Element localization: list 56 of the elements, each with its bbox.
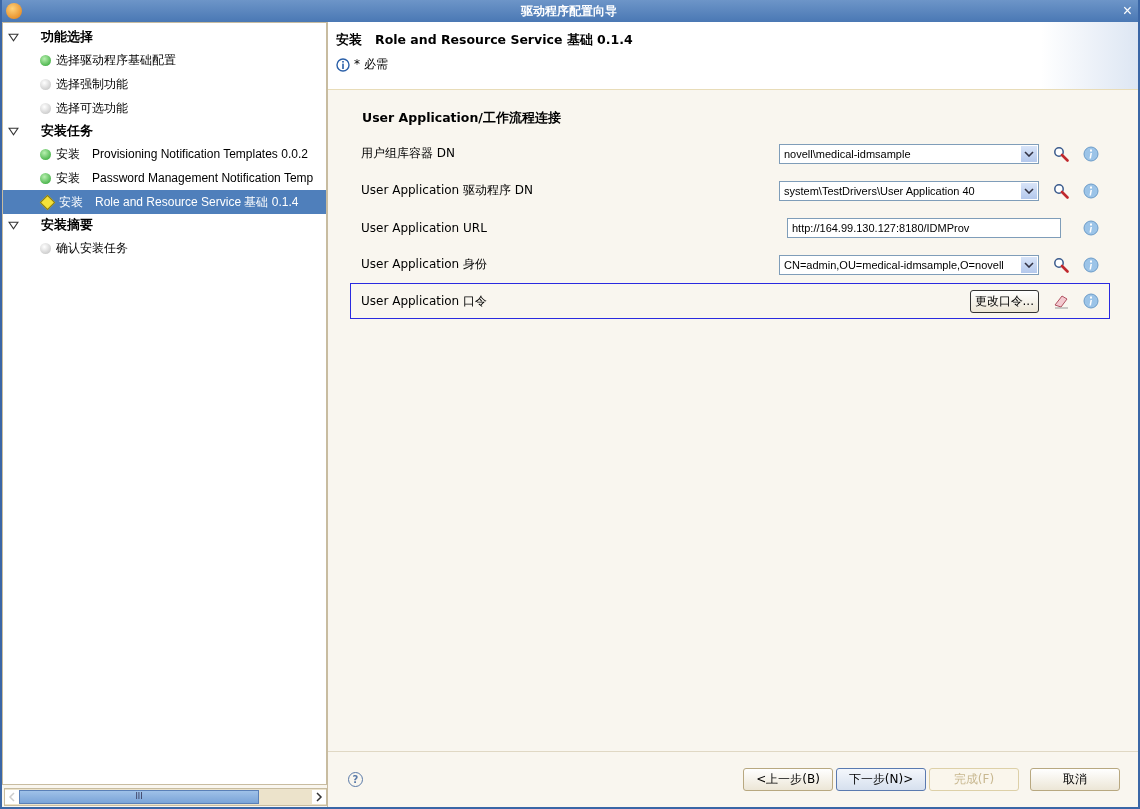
- url-input-field[interactable]: http://164.99.130.127:8180/IDMProv: [787, 217, 1061, 238]
- eraser-icon[interactable]: [1053, 293, 1069, 309]
- horizontal-scrollbar[interactable]: III: [4, 788, 327, 806]
- item-label: 选择驱动程序基础配置: [56, 51, 176, 69]
- change-password-button[interactable]: 更改口令...: [969, 289, 1039, 313]
- app-icon: [6, 3, 22, 19]
- expander-icon[interactable]: [8, 220, 19, 230]
- item-prefix: 安装: [59, 193, 83, 211]
- item-label: Provisioning Notification Templates 0.0.2: [92, 147, 308, 161]
- field-label: 用户组库容器 DN: [361, 145, 457, 162]
- tree-group-label: 安装摘要: [41, 216, 93, 234]
- tree-item[interactable]: 安装 Provisioning Notification Templates 0.0.2: [3, 142, 326, 166]
- page-title: 安装 Role and Resource Service 基础 0.1.4: [336, 32, 634, 49]
- item-label: 选择强制功能: [56, 75, 128, 93]
- search-icon[interactable]: [1053, 256, 1069, 273]
- status-dot-icon: [40, 172, 51, 184]
- item-prefix: 安装: [56, 169, 80, 187]
- item-label: 选择可选功能: [56, 99, 128, 117]
- dropdown-field[interactable]: CN=admin,OU=medical-idmsample,O=novell: [779, 254, 1039, 275]
- info-icon: [336, 57, 350, 72]
- expander-icon[interactable]: [8, 126, 19, 136]
- item-label: 确认安装任务: [56, 239, 128, 257]
- item-prefix: 安装: [56, 145, 80, 163]
- tree-item[interactable]: 选择驱动程序基础配置: [3, 48, 326, 72]
- wizard-button[interactable]: 下一步(N)>: [836, 768, 926, 791]
- required-note: * 必需: [354, 56, 388, 73]
- tree-item[interactable]: 安装 Role and Resource Service 基础 0.1.4: [3, 190, 326, 214]
- status-dot-icon: [40, 78, 51, 90]
- window-title: 驱动程序配置向导: [519, 2, 619, 20]
- status-dot-icon: [40, 102, 51, 114]
- status-dot-icon: [40, 54, 51, 66]
- tree-item[interactable]: 确认安装任务: [3, 236, 326, 260]
- item-label: Role and Resource Service 基础 0.1.4: [95, 193, 299, 211]
- tree-item[interactable]: 选择强制功能: [3, 72, 326, 96]
- expander-icon[interactable]: [8, 32, 19, 42]
- tree-item[interactable]: 安装 Password Management Notification Temp: [3, 166, 326, 190]
- tree-group-label: 安装任务: [41, 122, 93, 140]
- field-label: User Application URL: [361, 220, 488, 235]
- dropdown-field[interactable]: novell\medical-idmsample: [779, 143, 1039, 164]
- status-dot-icon: [40, 242, 51, 254]
- item-label: Password Management Notification Temp: [92, 171, 314, 185]
- section-title: User Application/工作流程连接: [362, 110, 562, 127]
- close-button[interactable]: ×: [1116, 2, 1138, 20]
- field-label: User Application 身份: [361, 256, 489, 273]
- scroll-thumb[interactable]: III: [19, 790, 259, 804]
- scroll-right-icon[interactable]: [312, 790, 326, 804]
- search-icon[interactable]: [1053, 182, 1069, 199]
- search-icon[interactable]: [1053, 145, 1069, 162]
- tree-item[interactable]: 选择可选功能: [3, 96, 326, 120]
- tree-group-label: 功能选择: [41, 28, 93, 46]
- field-label: User Application 驱动程序 DN: [361, 182, 535, 199]
- status-dot-icon: [40, 148, 51, 160]
- field-label: User Application 口令: [361, 292, 489, 310]
- dropdown-field[interactable]: system\TestDrivers\User Application 40: [779, 180, 1039, 201]
- wizard-button[interactable]: 取消: [1030, 768, 1120, 791]
- wizard-button[interactable]: <上一步(B): [743, 768, 833, 791]
